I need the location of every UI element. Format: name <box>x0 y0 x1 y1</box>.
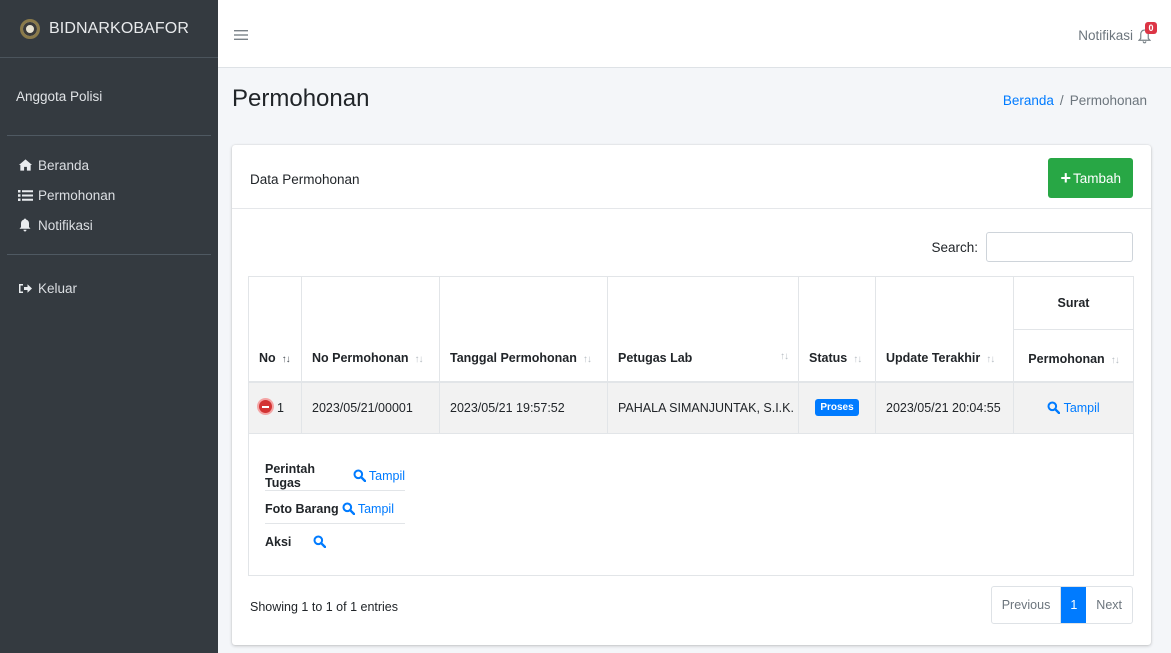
search-label: Search: <box>931 239 978 255</box>
column-header-surat-permohonan[interactable]: Permohonan ↑↓ <box>1013 329 1134 382</box>
bell-icon <box>16 218 34 232</box>
column-header-petugas[interactable]: Petugas Lab ↑↓ <box>607 276 799 382</box>
table-row: 1 2023/05/21/00001 2023/05/21 19:57:52 P… <box>248 381 1134 434</box>
cell-no-permohonan: 2023/05/21/00001 <box>301 381 440 434</box>
sidebar-nav: Beranda Permohonan Notifikasi Keluar <box>0 136 218 303</box>
child-label: Aksi <box>265 535 292 549</box>
list-icon <box>16 189 34 202</box>
cell-status: Proses <box>798 381 876 434</box>
child-label: Foto Barang <box>265 501 339 516</box>
sign-out-icon <box>16 282 34 295</box>
user-panel: Anggota Polisi <box>7 58 211 136</box>
user-role[interactable]: Anggota Polisi <box>16 89 102 104</box>
sort-icon: ↑↓ <box>986 353 995 365</box>
search-icon <box>342 502 355 515</box>
sort-icon: ↑↓ <box>582 353 592 365</box>
sidebar-item-notifikasi[interactable]: Notifikasi <box>0 210 218 240</box>
child-item-aksi: Aksi <box>265 527 405 557</box>
child-item-perintah-tugas: Perintah Tugas Tampil <box>265 461 405 491</box>
column-header-tanggal[interactable]: Tanggal Permohonan ↑↓ <box>439 276 608 382</box>
column-header-update[interactable]: Update Terakhir ↑↓ <box>875 276 1014 382</box>
pagination: Previous 1 Next <box>990 586 1133 624</box>
foto-barang-tampil-link[interactable]: Tampil <box>342 502 394 516</box>
cell-surat: Tampil <box>1013 381 1134 434</box>
sort-icon: ↑↓ <box>780 350 789 362</box>
sort-icon: ↑↓ <box>1110 354 1120 366</box>
search-icon <box>313 535 327 549</box>
brand-logo-icon <box>20 18 40 39</box>
sidebar-item-beranda[interactable]: Beranda <box>0 150 218 180</box>
search-row: Search: <box>931 232 1133 262</box>
brand-name: BIDNARKOBAFOR <box>49 19 189 37</box>
cell-tanggal: 2023/05/21 19:57:52 <box>439 381 608 434</box>
sidebar-item-keluar[interactable]: Keluar <box>0 273 218 303</box>
add-button[interactable]: + Tambah <box>1048 158 1133 198</box>
status-badge: Proses <box>815 399 859 417</box>
card-title: Data Permohonan <box>250 172 360 187</box>
plus-icon: + <box>1060 168 1071 188</box>
sidebar-item-permohonan[interactable]: Permohonan <box>0 180 218 210</box>
sidebar-divider <box>7 254 211 255</box>
perintah-tugas-tampil-link[interactable]: Tampil <box>353 469 405 483</box>
sort-icon: ↑↓ <box>853 353 862 365</box>
surat-tampil-link[interactable]: Tampil <box>1047 401 1100 415</box>
card-header: Data Permohonan + Tambah <box>232 145 1151 209</box>
breadcrumb-current: Permohonan <box>1069 93 1147 108</box>
table-footer: Showing 1 to 1 of 1 entries Previous 1 N… <box>248 586 1133 626</box>
pagination-page-1[interactable]: 1 <box>1061 587 1087 623</box>
aksi-view-button[interactable] <box>313 535 327 549</box>
child-label: Perintah Tugas <box>265 461 316 490</box>
data-card: Data Permohonan + Tambah Search: No ↑↓ No… <box>232 145 1151 645</box>
bell-icon: 0 <box>1137 21 1157 43</box>
home-icon <box>16 158 34 172</box>
search-icon <box>1047 401 1061 414</box>
column-header-no-permohonan[interactable]: No Permohonan ↑↓ <box>301 276 440 382</box>
permohonan-table: No ↑↓ No Permohonan ↑↓ Tanggal Permohonan ↑… <box>248 276 1134 576</box>
sidebar: BIDNARKOBAFOR Anggota Polisi Beranda Per… <box>0 0 218 653</box>
cell-update: 2023/05/21 20:04:55 <box>875 381 1014 434</box>
sidebar-item-label: Permohonan <box>38 187 116 203</box>
notification-menu[interactable]: Notifikasi 0 <box>1078 21 1157 43</box>
brand-link[interactable]: BIDNARKOBAFOR <box>0 0 218 58</box>
hamburger-menu-icon[interactable] <box>234 26 248 44</box>
breadcrumb-home-link[interactable]: Beranda <box>1003 93 1054 108</box>
add-button-label: Tambah <box>1072 170 1121 186</box>
breadcrumb: Beranda / Permohonan <box>1003 93 1147 108</box>
sort-icon: ↑↓ <box>414 353 424 365</box>
page-title: Permohonan <box>232 85 370 112</box>
column-header-no[interactable]: No ↑↓ <box>248 276 302 382</box>
collapse-row-icon[interactable] <box>259 400 272 414</box>
search-input[interactable] <box>986 232 1133 262</box>
top-navbar: Notifikasi 0 <box>218 0 1171 68</box>
notification-badge: 0 <box>1145 21 1157 34</box>
cell-no: 1 <box>248 381 302 434</box>
child-item-foto-barang: Foto Barang Tampil <box>265 494 405 524</box>
sidebar-item-label: Notifikasi <box>38 217 93 233</box>
child-detail-list: Perintah Tugas Tampil Foto Barang Tampil <box>249 449 1133 557</box>
sidebar-item-label: Keluar <box>38 280 78 296</box>
notification-label: Notifikasi <box>1078 28 1133 43</box>
cell-petugas: PAHALA SIMANJUNTAK, S.I.K. <box>607 381 799 434</box>
search-icon <box>353 469 366 482</box>
child-cell: Perintah Tugas Tampil Foto Barang Tampil <box>248 433 1134 576</box>
column-header-status[interactable]: Status ↑↓ <box>798 276 876 382</box>
sidebar-item-label: Beranda <box>38 157 90 173</box>
pagination-previous[interactable]: Previous <box>992 587 1062 623</box>
pagination-next[interactable]: Next <box>1086 587 1132 623</box>
table-info: Showing 1 to 1 of 1 entries <box>250 600 399 614</box>
breadcrumb-separator: / <box>1059 93 1064 108</box>
column-group-surat: Surat <box>1013 276 1134 330</box>
child-row: Perintah Tugas Tampil Foto Barang Tampil <box>248 433 1134 576</box>
sort-asc-icon: ↑↓ <box>281 353 291 365</box>
